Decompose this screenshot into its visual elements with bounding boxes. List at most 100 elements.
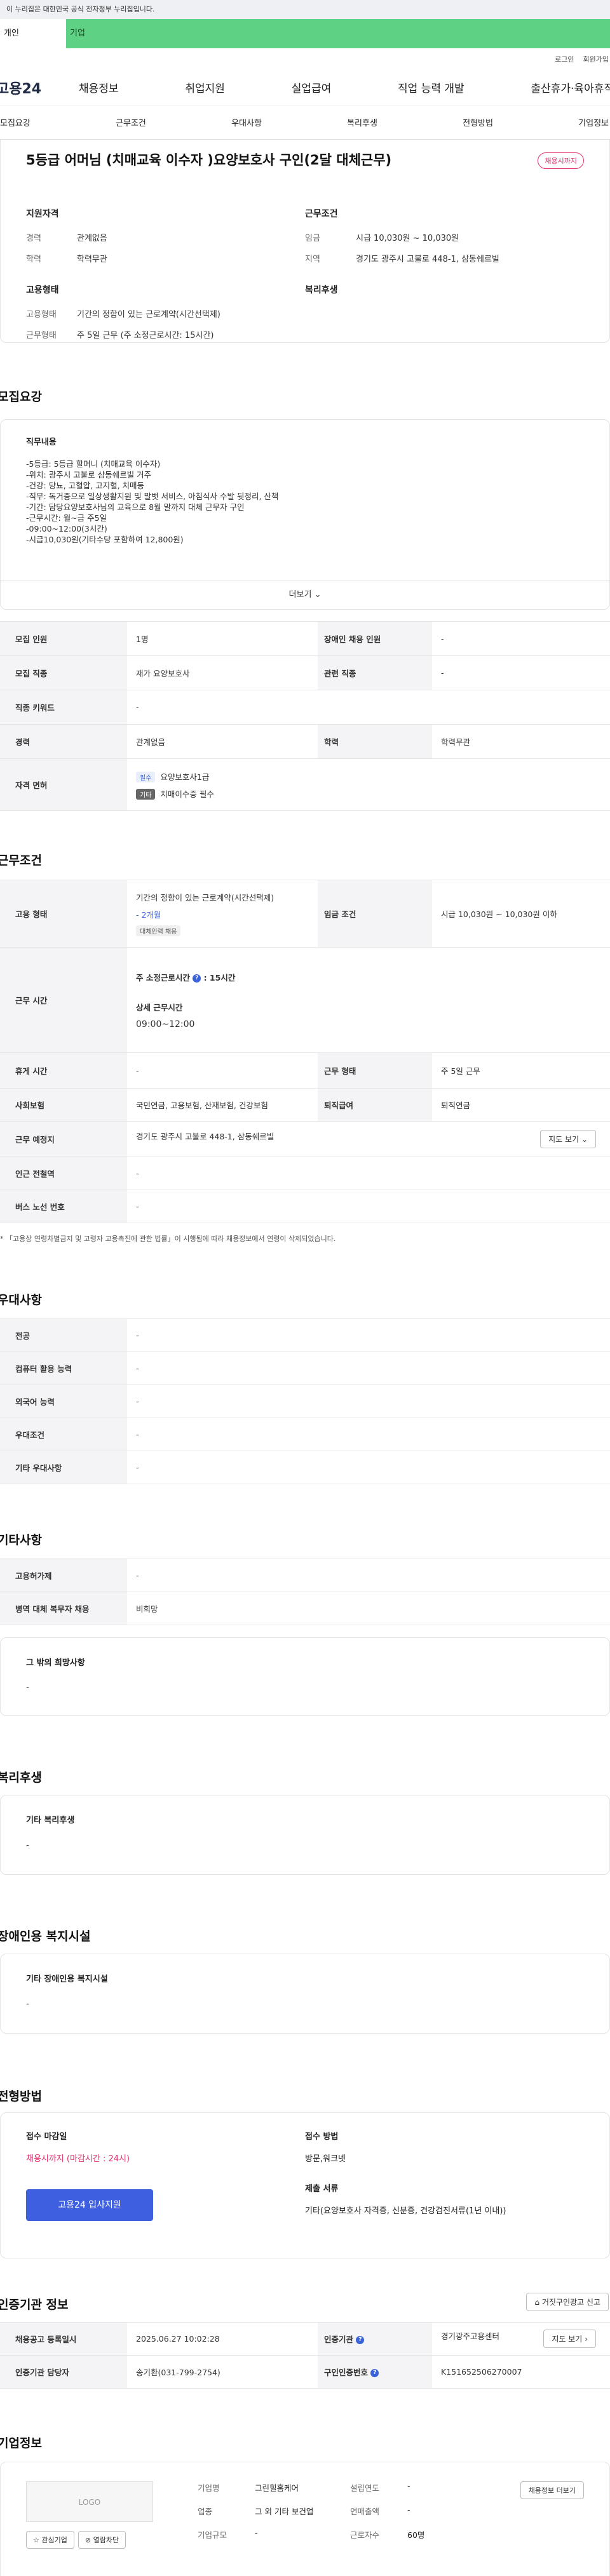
tab-conditions[interactable]: 근무조건	[116, 116, 146, 128]
emp-type-value: 기간의 정함이 있는 근로계약(시간선택제)	[77, 310, 220, 319]
selection-card: 접수 마감일 채용시까지 (마감시간 : 24시) 고용24 입사지원 접수 방…	[0, 2112, 610, 2258]
company-size-label: 기업규모	[198, 2530, 227, 2540]
edu-value: 학력무관	[432, 724, 610, 759]
edu-label: 학력	[318, 724, 432, 759]
job-category-value: 재가 요양보호사	[127, 655, 318, 690]
section-tabs: 모집요강 근무조건 우대사항 복리후생 전형방법 기업정보	[0, 105, 610, 140]
retirement-label: 퇴직급여	[318, 1088, 432, 1122]
pref-etc-value: -	[127, 1451, 610, 1484]
disability-card: 기타 장애인용 복지시설 -	[0, 1954, 610, 2034]
login-link[interactable]: 로그인	[555, 54, 574, 64]
job-title: 5등급 어머님 (치매교육 이수자 )요양보호사 구인(2달 대체근무)	[26, 152, 392, 168]
welfare-sub-heading: 기타 복리후생	[26, 1816, 75, 1825]
bus-label: 버스 노선 번호	[0, 1190, 127, 1223]
employment-heading: 고용형태	[26, 285, 59, 295]
map-button-label: 지도 보기	[548, 1135, 580, 1144]
bus-value: -	[127, 1190, 610, 1223]
tab-company[interactable]: 기업정보	[578, 116, 609, 128]
info-icon[interactable]: ?	[193, 974, 201, 983]
company-heading: 기업정보	[0, 2436, 42, 2450]
report-button[interactable]: ⌂ 거짓구인광고 신고	[526, 2293, 609, 2311]
founded-label: 설립연도	[350, 2483, 380, 2493]
cert-table: 채용공고 등록일시 2025.06.27 10:02:28 인증기관 ? 경기광…	[0, 2322, 610, 2389]
block-button-label: 열람차단	[93, 2536, 119, 2544]
emp-type-label: 고용형태	[26, 310, 57, 319]
welfare-summary-heading: 복리후생	[305, 285, 338, 295]
gnb-item-unemployment-benefit[interactable]: 실업급여	[292, 79, 332, 95]
tab-welfare[interactable]: 복리후생	[347, 116, 377, 128]
work-type-value: 주 5일 근무 (주 소정근로시간: 15시간)	[77, 331, 214, 340]
company-logo-text: LOGO	[78, 2498, 101, 2507]
interest-button-label: 관심기업	[41, 2536, 67, 2544]
tab-selection[interactable]: 전형방법	[463, 116, 493, 128]
wage-label: 임금	[305, 234, 320, 243]
wage-value: 시급 10,030원 ~ 10,030원	[356, 234, 459, 243]
gnb-item-jobs[interactable]: 채용정보	[79, 79, 119, 95]
other-table: 고용허가제 - 병역 대체 복무자 채용 비희망	[0, 1559, 610, 1625]
wish-card: 그 밖의 희망사항 -	[0, 1637, 610, 1716]
chevron-down-icon: ⌄	[314, 590, 322, 600]
info-icon[interactable]: ?	[370, 2369, 379, 2377]
apply-button[interactable]: 고용24 입사지원	[26, 2189, 153, 2221]
keyword-label: 직종 키워드	[0, 690, 127, 725]
cert-map-button[interactable]: 지도 보기 ›	[543, 2330, 596, 2348]
block-button[interactable]: ⊘ 열람차단	[78, 2531, 126, 2549]
company-name-label: 기업명	[198, 2483, 220, 2493]
count-label: 모집 인원	[0, 621, 127, 656]
pref-condition-value: -	[127, 1418, 610, 1451]
related-job-value: -	[432, 655, 610, 690]
edu-label: 학력	[26, 255, 41, 264]
weekly-hours-value: : 15시간	[203, 972, 236, 983]
interest-button[interactable]: ☆ 관심기업	[26, 2531, 74, 2549]
map-button[interactable]: 지도 보기 ⌄	[540, 1130, 596, 1148]
industry-label: 업종	[198, 2507, 213, 2516]
more-button[interactable]: 더보기 ⌄	[1, 580, 609, 609]
tab-company[interactable]: 기업	[66, 19, 610, 48]
career-label: 경력	[0, 724, 127, 759]
welfare-heading: 복리후생	[0, 1771, 42, 1785]
company-jobs-button[interactable]: 채용정보 더보기	[520, 2481, 584, 2499]
gov-banner[interactable]: 이 누리집은 대한민국 공식 전자정부 누리집입니다.	[0, 0, 610, 19]
deadline-value: 채용시까지 (마감시간 : 24시)	[26, 2154, 130, 2164]
military-value: 비희망	[127, 1592, 610, 1625]
related-job-label: 관련 직종	[318, 655, 432, 690]
chevron-right-icon: ›	[585, 2335, 588, 2344]
docs-value: 기타(요양보호사 자격증, 신분증, 건강검진서류(1년 이내))	[305, 2206, 506, 2216]
career-label: 경력	[26, 234, 41, 243]
duty-line: -기간: 담당요양보호사님의 교육으로 8월 말까지 대체 근무자 구인	[26, 502, 245, 512]
welfare-value: -	[26, 1841, 29, 1850]
site-logo[interactable]: 고용24	[0, 77, 79, 98]
tab-recruit[interactable]: 모집요강	[0, 116, 30, 128]
reg-date-label: 채용공고 등록일시	[0, 2322, 127, 2356]
wage-label: 임금 조건	[318, 880, 432, 948]
work-type-label: 근무형태	[26, 331, 57, 340]
selection-heading: 전형방법	[0, 2090, 42, 2103]
report-button-label: 거짓구인광고 신고	[541, 2298, 600, 2307]
tab-preference[interactable]: 우대사항	[231, 116, 262, 128]
wish-value: -	[26, 1683, 29, 1693]
substitute-tag: 대체인력 채용	[136, 925, 181, 936]
cert-org-label: 인증기관	[324, 2335, 354, 2344]
preference-heading: 우대사항	[0, 1293, 42, 1307]
emp-type-label: 고용 형태	[0, 880, 127, 948]
method-value: 방문,워크넷	[305, 2154, 346, 2164]
license-value: 요양보호사1급	[160, 772, 210, 782]
gnb-item-training[interactable]: 직업 능력 개발	[398, 79, 464, 95]
detail-hours-label: 상세 근무시간	[136, 1002, 183, 1012]
cert-map-button-label: 지도 보기	[552, 2335, 583, 2344]
job-summary-card: 5등급 어머님 (치매교육 이수자 )요양보호사 구인(2달 대체근무) 채용시…	[0, 140, 610, 343]
founded-value: -	[407, 2481, 410, 2491]
gnb-item-employment-support[interactable]: 취업지원	[185, 79, 225, 95]
work-type-value: 주 5일 근무	[432, 1052, 610, 1089]
global-nav: 고용24 채용정보 취업지원 실업급여 직업 능력 개발 출산휴가·육아휴직	[0, 70, 610, 105]
preference-table: 전공 - 컴퓨터 활용 능력 - 외국어 능력 - 우대조건 - 기타 우대사항 -	[0, 1318, 610, 1484]
region-value: 경기도 광주시 고불로 448-1, 삼동쉐르빌	[356, 255, 499, 264]
signup-link[interactable]: 회원가입	[583, 54, 609, 64]
pref-etc-label: 기타 우대사항	[0, 1451, 127, 1484]
duty-heading: 직무내용	[26, 438, 57, 447]
company-card: LOGO ☆ 관심기업 ⊘ 열람차단 기업명 그린힐홈케어 설립연도 - 업종 그…	[0, 2462, 610, 2576]
info-icon[interactable]: ?	[356, 2336, 365, 2344]
tab-personal[interactable]: 개인	[0, 19, 66, 48]
staff-label: 근로자수	[350, 2530, 380, 2540]
gnb-item-leave[interactable]: 출산휴가·육아휴직	[531, 79, 610, 95]
